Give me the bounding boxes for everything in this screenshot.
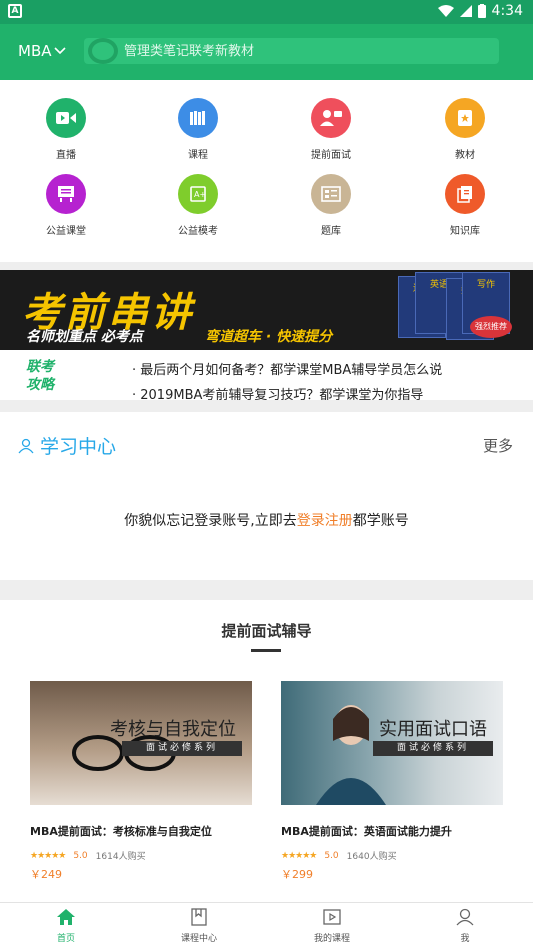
classroom-icon [46, 174, 86, 214]
tab-home[interactable]: 首页 [21, 907, 111, 944]
news-ticker: 联考 攻略 · 最后两个月如何备考？都学课堂MBA辅导学员怎么说 · 2019M… [0, 350, 533, 400]
question-bank-icon [311, 174, 351, 214]
course-thumbnail: 考核与自我定位 面试必修系列 [30, 681, 252, 805]
promo-banner[interactable]: 考前串讲 名师划重点 必考点 弯道超车 · 快速提分 逻辑 英语 数学 写作 强… [0, 270, 533, 350]
study-center-title: 学习中心 [18, 432, 116, 459]
signal-icon [459, 5, 472, 17]
course-price: ￥249 [30, 868, 62, 881]
course-thumbnail: 实用面试口语 面试必修系列 [281, 681, 503, 805]
tab-me[interactable]: 我 [420, 907, 510, 944]
tab-label: 首页 [56, 934, 75, 944]
tab-label: 我的课程 [313, 934, 350, 944]
top-bar: MBA [0, 24, 533, 80]
login-register-link[interactable]: 登录注册 [297, 513, 353, 529]
menu-label: 直播 [56, 150, 76, 161]
news-item[interactable]: · 2019MBA考前辅导复习技巧？都学课堂为你指导 [132, 384, 423, 400]
menu-item-mock-exam[interactable]: A+ 公益模考 [153, 174, 243, 237]
course-meta: ★★★★★ 5.0 1640人购买 [281, 849, 503, 863]
course-rating: 5.0 [324, 850, 339, 861]
menu-item-live[interactable]: 直播 [21, 98, 111, 161]
menu-item-question-bank[interactable]: 题库 [286, 174, 376, 237]
app-notification-icon: A [8, 4, 22, 18]
search-icon [88, 38, 118, 64]
banner-badge: 强烈推荐 [470, 316, 512, 338]
course-buyers: 1614人购买 [95, 852, 146, 862]
menu-item-public-class[interactable]: 公益课堂 [21, 174, 111, 237]
interview-section: 提前面试辅导 考核与自我定位 面试必修系列 MBA提前面试：考核标准与自我定位 … [0, 600, 533, 902]
search-input[interactable] [124, 38, 484, 64]
search-bar[interactable] [84, 38, 499, 64]
course-buyers: 1640人购买 [346, 852, 397, 862]
thumbnail-caption: 考核与自我定位 [110, 719, 236, 740]
bottom-tab-bar: 首页 课程中心 我的课程 我 [0, 902, 533, 948]
video-icon [46, 98, 86, 138]
menu-label: 知识库 [450, 226, 480, 237]
clock: 4:34 [491, 3, 523, 19]
menu-item-textbook[interactable]: 教材 [420, 98, 510, 161]
study-center: 学习中心 更多 你貌似忘记登录账号,立即去登录注册都学账号 [0, 412, 533, 580]
quick-menu: 直播 课程 提前面试 教材 公益课堂 A+ 公益模考 题库 知识库 [0, 80, 533, 262]
user-outline-icon [18, 438, 34, 453]
knowledge-icon [445, 174, 485, 214]
menu-item-interview[interactable]: 提前面试 [286, 98, 376, 161]
course-rating: 5.0 [73, 850, 88, 861]
svg-text:A+: A+ [194, 190, 206, 199]
menu-label: 提前面试 [311, 150, 351, 161]
tab-my-courses[interactable]: 我的课程 [287, 907, 377, 944]
course-title: MBA提前面试：考核标准与自我定位 [30, 825, 212, 838]
mock-exam-icon: A+ [178, 174, 218, 214]
menu-label: 题库 [321, 226, 341, 237]
textbook-icon [445, 98, 485, 138]
thumbnail-caption: 实用面试口语 [379, 719, 487, 740]
status-icons: 4:34 [437, 3, 523, 19]
news-item[interactable]: · 最后两个月如何备考？都学课堂MBA辅导学员怎么说 [132, 359, 442, 378]
course-card[interactable]: 考核与自我定位 面试必修系列 MBA提前面试：考核标准与自我定位 ★★★★★ 5… [30, 681, 252, 882]
wifi-icon [437, 5, 454, 17]
heading-underline [251, 649, 281, 652]
thumbnail-ribbon: 面试必修系列 [122, 741, 242, 756]
thumbnail-ribbon: 面试必修系列 [373, 741, 493, 756]
tab-label: 我 [460, 934, 470, 944]
menu-label: 课程 [188, 150, 208, 161]
menu-label: 教材 [455, 150, 475, 161]
menu-item-courses[interactable]: 课程 [153, 98, 243, 161]
chevron-down-icon [53, 47, 66, 55]
interview-icon [311, 98, 351, 138]
course-meta: ★★★★★ 5.0 1614人购买 [30, 849, 252, 863]
tab-course-center[interactable]: 课程中心 [154, 907, 244, 944]
play-icon [287, 907, 377, 927]
user-icon [420, 907, 510, 927]
category-label: MBA [18, 42, 52, 60]
star-rating-icon: ★★★★★ [30, 850, 66, 861]
bookmark-icon [154, 907, 244, 927]
menu-label: 公益模考 [178, 226, 218, 237]
status-bar: A 4:34 [0, 0, 533, 24]
home-icon [21, 907, 111, 927]
course-card[interactable]: 实用面试口语 面试必修系列 MBA提前面试：英语面试能力提升 ★★★★★ 5.0… [281, 681, 503, 882]
menu-item-knowledge[interactable]: 知识库 [420, 174, 510, 237]
section-heading: 提前面试辅导 [221, 622, 312, 640]
banner-subtitle-right: 弯道超车 · 快速提分 [205, 329, 333, 345]
books-icon [178, 98, 218, 138]
battery-icon [477, 4, 486, 18]
banner-subtitle-left: 名师划重点 必考点 [26, 329, 143, 345]
tab-label: 课程中心 [180, 934, 217, 944]
category-selector[interactable]: MBA [18, 42, 66, 60]
login-prompt: 你貌似忘记登录账号,立即去登录注册都学账号 [124, 513, 409, 529]
menu-label: 公益课堂 [46, 226, 86, 237]
course-price: ￥299 [281, 868, 313, 881]
more-link[interactable]: 更多 [483, 435, 513, 456]
star-rating-icon: ★★★★★ [281, 850, 317, 861]
news-tag: 联考 攻略 [26, 359, 54, 393]
course-title: MBA提前面试：英语面试能力提升 [281, 825, 452, 838]
